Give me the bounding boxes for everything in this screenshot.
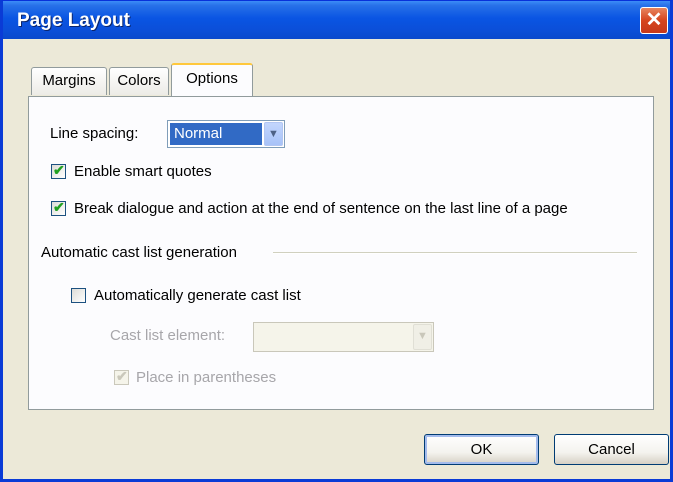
dialog-title: Page Layout [17,10,130,31]
title-bar[interactable]: Page Layout ✕ [3,1,670,39]
auto-generate-label: Automatically generate cast list [94,287,301,304]
break-dialogue-checkbox[interactable]: ✔ [51,199,66,216]
chevron-down-icon[interactable]: ▼ [413,324,432,350]
smart-quotes-checkbox[interactable]: ✔ [51,162,66,179]
checkmark-icon: ✔ [53,199,65,215]
cancel-button[interactable]: Cancel [554,434,669,465]
auto-generate-checkbox[interactable] [71,288,86,303]
break-dialogue-label: Break dialogue and action at the end of … [74,200,568,217]
smart-quotes-label: Enable smart quotes [74,163,212,180]
line-spacing-select[interactable]: Normal ▼ [167,120,285,148]
close-button[interactable]: ✕ [640,7,668,34]
line-spacing-value: Normal [170,123,262,145]
ok-button[interactable]: OK [424,434,539,465]
parentheses-checkbox[interactable]: ✔ [114,368,129,385]
tab-options-label: Options [186,70,238,87]
options-panel: Line spacing: Normal ▼ ✔ Enable smart qu… [28,96,654,410]
tab-margins-label: Margins [42,72,96,89]
tab-colors-label: Colors [117,72,161,89]
page-layout-dialog: Page Layout ✕ Margins Colors Options Lin… [0,0,673,482]
tab-colors[interactable]: Colors [109,67,169,95]
checkmark-icon: ✔ [53,162,65,178]
tab-margins[interactable]: Margins [31,67,107,95]
close-icon: ✕ [645,9,663,31]
parentheses-label: Place in parentheses [136,369,277,386]
cast-list-element-label: Cast list element: [110,327,226,344]
tab-options[interactable]: Options [171,63,253,96]
group-divider [273,252,637,254]
ok-button-label: OK [470,441,493,458]
cast-list-group-label: Automatic cast list generation [41,244,237,261]
checkmark-icon: ✔ [116,368,128,384]
line-spacing-label: Line spacing: [50,125,139,142]
chevron-down-icon[interactable]: ▼ [264,122,283,146]
cast-list-element-select[interactable]: ▼ [253,322,434,352]
cancel-button-label: Cancel [588,441,635,458]
